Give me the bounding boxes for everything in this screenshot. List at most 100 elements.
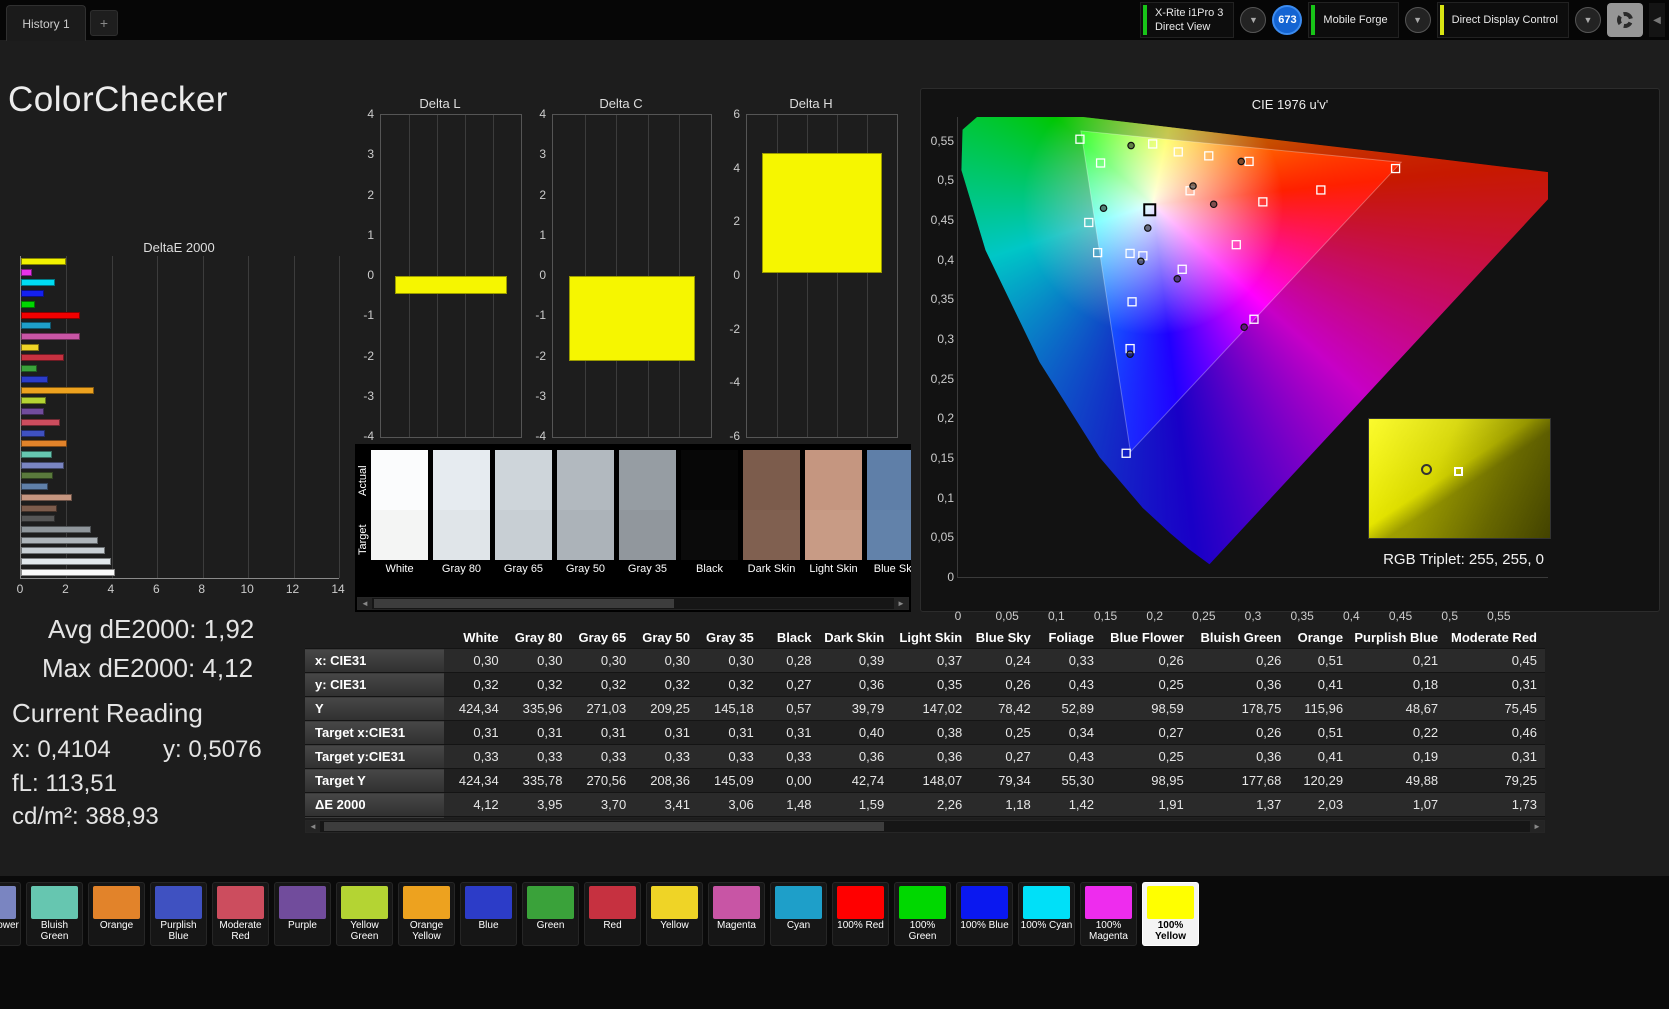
swatch-scrollbar[interactable]: ◄ ►	[357, 597, 909, 610]
patch-button-green[interactable]: Green	[522, 882, 579, 946]
table-cell: 0,33	[1038, 648, 1103, 673]
scroll-left-icon[interactable]: ◄	[306, 821, 320, 832]
target-point-marker	[1095, 158, 1106, 168]
table-row: ΔE 2000 4,12 3,95 3,70 3,41 3,06 1,48 1,59 2,26 1…	[305, 792, 1545, 817]
table-cell: 0,37	[892, 648, 971, 673]
swatch-actual-color	[433, 450, 490, 510]
display-control-button[interactable]: Direct Display Control	[1436, 2, 1569, 38]
patch-button-100-yellow[interactable]: 100% Yellow	[1142, 882, 1199, 946]
patch-button-yellow-green[interactable]: Yellow Green	[336, 882, 393, 946]
table-cell: 0,39	[819, 648, 893, 673]
delta-y-tick-label: 2	[539, 187, 546, 202]
swatch-label: Gray 65	[503, 563, 544, 575]
patch-button-orange-yellow[interactable]: Orange Yellow	[398, 882, 455, 946]
table-cell: 0,32	[506, 672, 571, 697]
de2000-bar	[21, 268, 33, 276]
swatch-gray-80[interactable]: Gray 80	[433, 450, 490, 579]
patch-button-100-red[interactable]: 100% Red	[832, 882, 889, 946]
max-de2000-value: Max dE2000: 4,12	[42, 653, 254, 683]
tab-history-1[interactable]: History 1	[6, 5, 86, 41]
patch-button-label: Moderate Red	[219, 920, 262, 942]
scrollbar-thumb[interactable]	[374, 599, 674, 608]
patch-color-swatch	[589, 886, 636, 919]
table-row: y: CIE31 0,32 0,32 0,32 0,32 0,32 0,27 0,36 0,35…	[305, 672, 1545, 697]
patch-button-purplish-blue[interactable]: Purplish Blue	[150, 882, 207, 946]
de2000-x-tick-label: 14	[331, 582, 345, 596]
swatch-target-color	[495, 510, 552, 560]
patch-button-100-green[interactable]: 100% Green	[894, 882, 951, 946]
measured-point-marker	[1189, 182, 1197, 190]
de2000-bar	[21, 279, 56, 287]
patch-button-purple[interactable]: Purple	[274, 882, 331, 946]
settings-button[interactable]	[1607, 3, 1643, 37]
table-cell: 0,28	[761, 648, 820, 673]
patch-button-magenta[interactable]: Magenta	[708, 882, 765, 946]
patch-color-swatch	[0, 886, 16, 919]
cie-x-tick-label: 0,55	[1487, 609, 1511, 623]
patch-button-blue-flower[interactable]: Blue Flower	[0, 882, 21, 946]
measurement-count-badge[interactable]: 673	[1272, 5, 1303, 35]
patch-button-orange[interactable]: Orange	[88, 882, 145, 946]
swatch-gray-50[interactable]: Gray 50	[557, 450, 614, 579]
patch-color-swatch	[1147, 886, 1194, 919]
current-reading-title: Current Reading	[12, 698, 203, 728]
table-cell: 0,25	[1102, 744, 1192, 769]
display-control-dropdown-button[interactable]: ▼	[1575, 7, 1601, 33]
current-y-value: y: 0,5076	[163, 736, 262, 763]
table-cell: 3,95	[506, 792, 571, 817]
patch-button-cyan[interactable]: Cyan	[770, 882, 827, 946]
swatch-light-skin[interactable]: Light Skin	[805, 450, 862, 579]
patch-button-bluish-green[interactable]: Bluish Green	[26, 882, 83, 946]
de2000-bar-row	[21, 418, 339, 426]
swatch-white[interactable]: White	[371, 450, 428, 579]
swatch-gray-35[interactable]: Gray 35	[619, 450, 676, 579]
de2000-bar	[21, 461, 65, 469]
collapse-panel-button[interactable]: ◀	[1649, 3, 1665, 37]
meter-dropdown-button[interactable]: ▼	[1240, 7, 1267, 33]
de2000-x-tick-label: 10	[240, 582, 254, 596]
de2000-bar	[21, 397, 46, 405]
patch-button-100-magenta[interactable]: 100% Magenta	[1080, 882, 1137, 946]
column-header: Gray 50	[642, 629, 690, 645]
column-header: Light Skin	[899, 629, 963, 645]
table-cell: 5,04	[570, 816, 635, 818]
patch-button-blue[interactable]: Blue	[460, 882, 517, 946]
table-cell: 335,96	[506, 696, 571, 721]
patch-button-red[interactable]: Red	[584, 882, 641, 946]
scrollbar-thumb[interactable]	[324, 822, 884, 831]
scroll-right-icon[interactable]: ►	[894, 598, 908, 609]
meter-mode: Direct View	[1154, 21, 1211, 33]
table-cell: 0,22	[1351, 720, 1447, 745]
table-cell: 2,03	[1289, 792, 1352, 817]
table-cell: 0,30	[506, 648, 571, 673]
table-cell: 1,07	[1351, 792, 1447, 817]
delta-l-plot	[380, 114, 522, 438]
patch-button-yellow[interactable]: Yellow	[646, 882, 703, 946]
delta-value-bar	[395, 276, 507, 295]
source-name: Mobile Forge	[1323, 14, 1388, 26]
delta-y-tick-label: -3	[363, 388, 374, 403]
inset-measured-point	[1421, 464, 1433, 476]
table-cell: 0,24	[970, 648, 1039, 673]
swatch-black[interactable]: Black	[681, 450, 738, 579]
patch-button-moderate-red[interactable]: Moderate Red	[212, 882, 269, 946]
column-header: Moderate Red	[1451, 629, 1537, 645]
patch-button-label: Bluish Green	[40, 920, 69, 942]
meter-select-button[interactable]: X-Rite i1Pro 3 Direct View	[1139, 2, 1235, 38]
table-header-row: White Gray 80 Gray 65 Gray 50 Gray 35 Black Da…	[305, 626, 1545, 649]
patch-button-100-blue[interactable]: 100% Blue	[956, 882, 1013, 946]
de2000-bar	[21, 258, 67, 265]
source-dropdown-button[interactable]: ▼	[1404, 7, 1431, 33]
de2000-bar-row	[21, 450, 339, 458]
swatch-blue-sky[interactable]: Blue Sky	[867, 450, 911, 579]
measured-point-marker	[1143, 224, 1152, 232]
swatch-dark-skin[interactable]: Dark Skin	[743, 450, 800, 579]
patch-button-100-cyan[interactable]: 100% Cyan	[1018, 882, 1075, 946]
new-tab-button[interactable]: +	[90, 10, 118, 36]
measured-point-marker	[1209, 200, 1218, 209]
pattern-source-button[interactable]: Mobile Forge	[1308, 2, 1399, 38]
scroll-right-icon[interactable]: ►	[1530, 821, 1544, 832]
table-scrollbar[interactable]: ◄ ►	[305, 820, 1545, 833]
scroll-left-icon[interactable]: ◄	[358, 598, 372, 609]
swatch-gray-65[interactable]: Gray 65	[495, 450, 552, 579]
